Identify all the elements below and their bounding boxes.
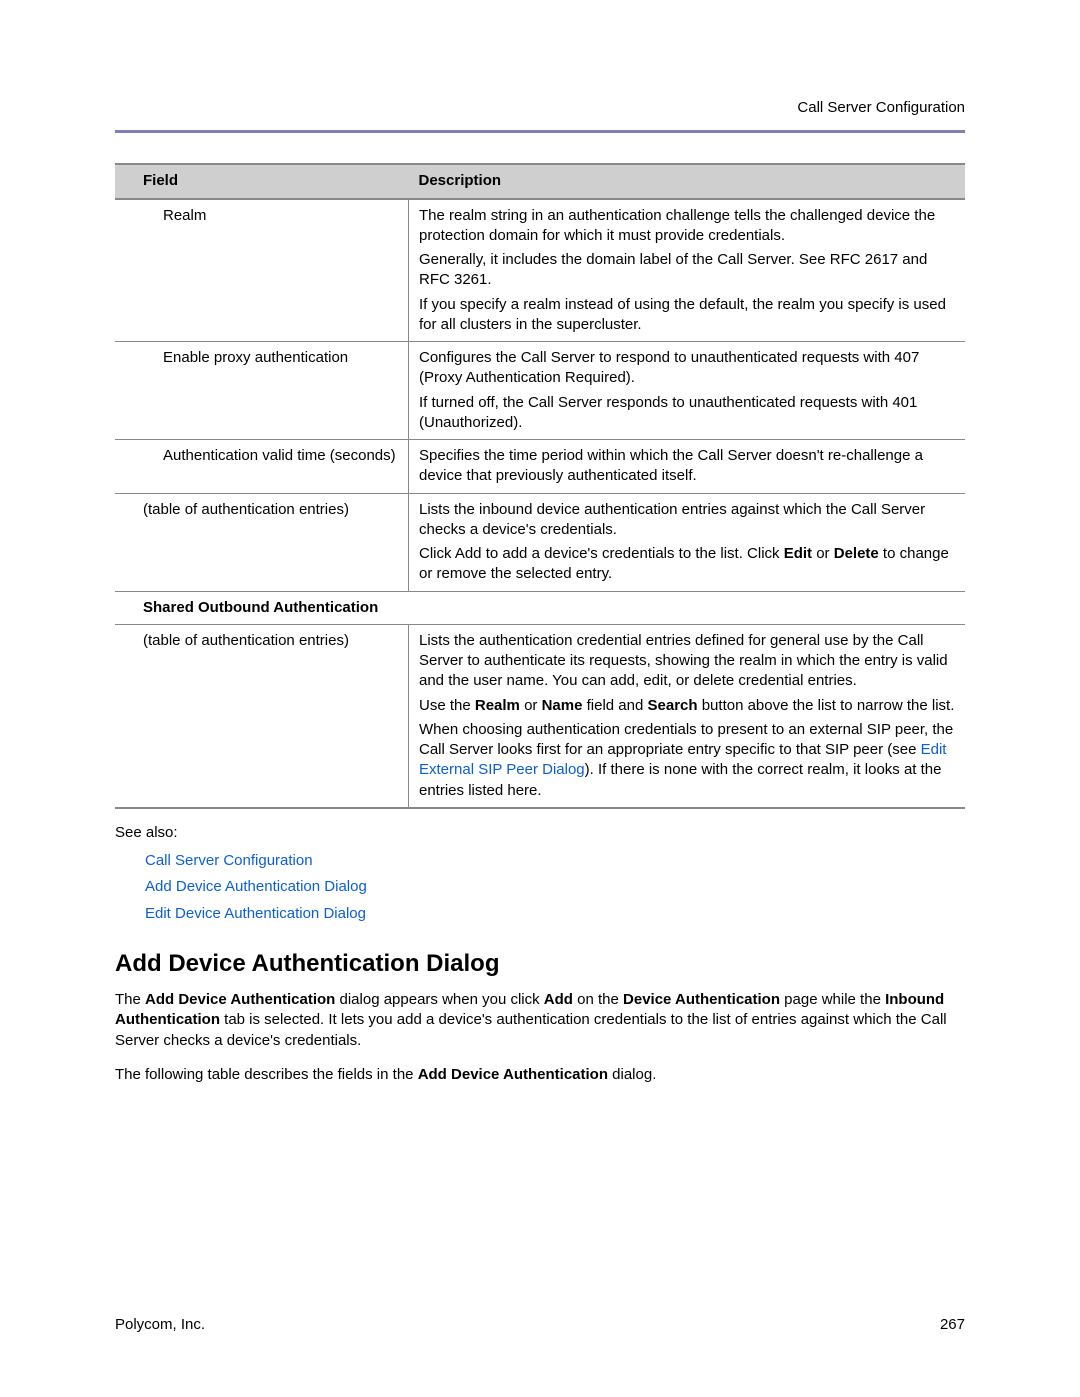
field-name-auth-valid: Authentication valid time (seconds) (115, 440, 409, 494)
desc-text: Lists the authentication credential entr… (419, 631, 955, 692)
page-footer: Polycom, Inc. 267 (115, 1315, 965, 1335)
desc-text: Specifies the time period within which t… (419, 446, 955, 487)
field-desc-outbound-entries: Lists the authentication credential entr… (409, 624, 966, 808)
table-header-row: Field Description (115, 164, 965, 198)
field-name-outbound-entries: (table of authentication entries) (115, 624, 409, 808)
footer-company: Polycom, Inc. (115, 1315, 205, 1335)
desc-text: Configures the Call Server to respond to… (419, 348, 955, 389)
field-name-enable-proxy: Enable proxy authentication (115, 342, 409, 440)
section-heading-add-device-auth: Add Device Authentication Dialog (115, 948, 965, 980)
desc-text: If you specify a realm instead of using … (419, 295, 955, 336)
link-edit-device-auth-dialog[interactable]: Edit Device Authentication Dialog (145, 905, 366, 922)
table-row: (table of authentication entries) Lists … (115, 624, 965, 808)
desc-text: If turned off, the Call Server responds … (419, 393, 955, 434)
after-table: See also: Call Server Configuration Add … (115, 823, 965, 1085)
table-row: Realm The realm string in an authenticat… (115, 199, 965, 342)
desc-text: Lists the inbound device authentication … (419, 500, 955, 541)
desc-text: Use the Realm or Name field and Search b… (419, 696, 955, 716)
see-also-links: Call Server Configuration Add Device Aut… (145, 851, 965, 924)
desc-text: The realm string in an authentication ch… (419, 206, 955, 247)
col-header-field: Field (115, 164, 409, 198)
document-page: Call Server Configuration Field Descript… (0, 0, 1080, 1397)
page-content: Field Description Realm The realm string… (0, 133, 1080, 1085)
field-desc-realm: The realm string in an authentication ch… (409, 199, 966, 342)
desc-text: Click Add to add a device's credentials … (419, 544, 955, 585)
link-call-server-config[interactable]: Call Server Configuration (145, 852, 313, 869)
desc-text: When choosing authentication credentials… (419, 720, 955, 801)
desc-text: Generally, it includes the domain label … (419, 250, 955, 291)
link-add-device-auth-dialog[interactable]: Add Device Authentication Dialog (145, 878, 367, 895)
section-paragraph: The following table describes the fields… (115, 1065, 965, 1085)
fields-table: Field Description Realm The realm string… (115, 163, 965, 809)
field-desc-enable-proxy: Configures the Call Server to respond to… (409, 342, 966, 440)
table-row: Authentication valid time (seconds) Spec… (115, 440, 965, 494)
field-name-realm: Realm (115, 199, 409, 342)
page-header: Call Server Configuration (0, 0, 1080, 133)
table-section-row: Shared Outbound Authentication (115, 591, 965, 624)
table-row: Enable proxy authentication Configures t… (115, 342, 965, 440)
field-desc-auth-valid: Specifies the time period within which t… (409, 440, 966, 494)
see-also-label: See also: (115, 823, 965, 843)
field-name-inbound-entries: (table of authentication entries) (115, 493, 409, 591)
table-row: (table of authentication entries) Lists … (115, 493, 965, 591)
running-header: Call Server Configuration (115, 98, 965, 118)
col-header-description: Description (409, 164, 966, 198)
section-label-outbound: Shared Outbound Authentication (115, 591, 965, 624)
field-desc-inbound-entries: Lists the inbound device authentication … (409, 493, 966, 591)
section-paragraph: The Add Device Authentication dialog app… (115, 990, 965, 1051)
footer-page-number: 267 (940, 1315, 965, 1335)
